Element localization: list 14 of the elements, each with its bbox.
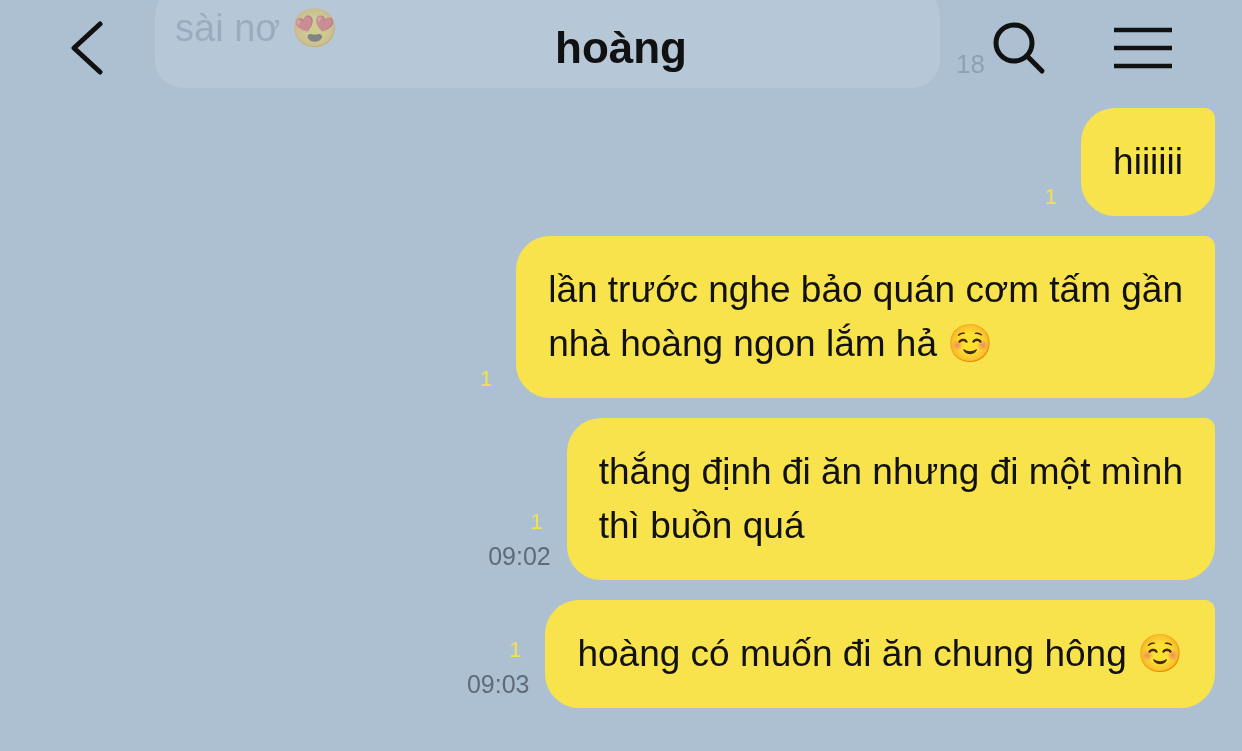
read-count: 1 bbox=[509, 638, 522, 661]
message-text: thắng định đi ăn nhưng đi một mình thì buồn quá bbox=[598, 450, 1183, 548]
message-text: hoàng có muốn đi ăn chung hông ☺ bbox=[577, 632, 1183, 676]
chat-title: hoàng bbox=[555, 21, 687, 74]
message-time: 09:03 bbox=[466, 668, 530, 700]
back-icon[interactable] bbox=[68, 20, 104, 75]
menu-icon[interactable] bbox=[1112, 25, 1174, 70]
read-count: 1 bbox=[479, 368, 493, 390]
message-time: 09:02 bbox=[488, 540, 551, 572]
read-count: 1 bbox=[1044, 186, 1058, 208]
message-text: hiiiiii bbox=[1113, 140, 1183, 184]
message-text: lần trước nghe bảo quán cơm tấm gần nhà hoàng ngon lắm hả ☺ bbox=[548, 268, 1183, 366]
read-count: 1 bbox=[530, 510, 543, 533]
search-icon[interactable] bbox=[992, 20, 1046, 75]
